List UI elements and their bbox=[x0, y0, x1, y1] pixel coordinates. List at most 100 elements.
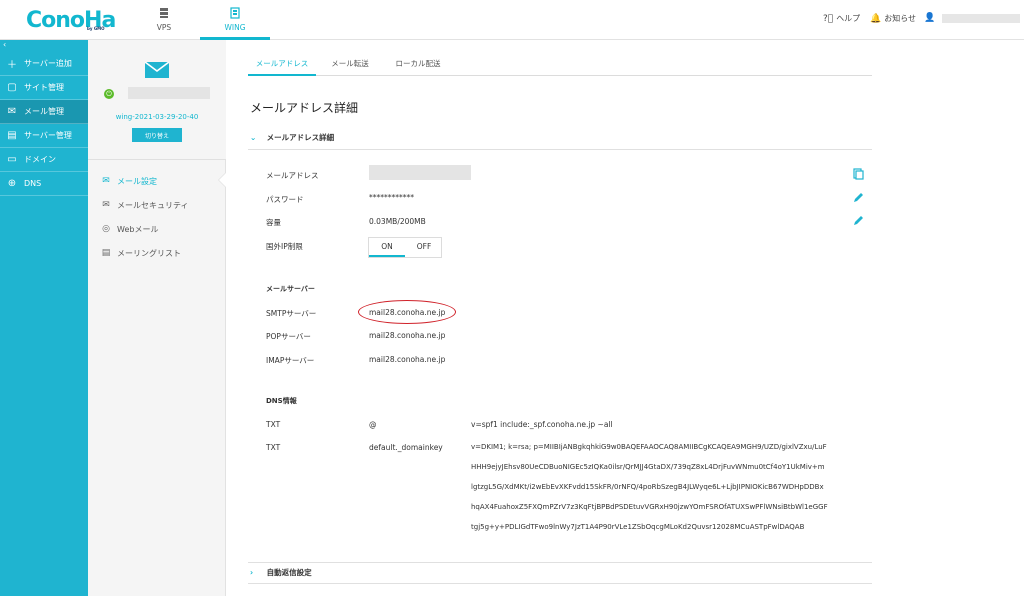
highlight-circle bbox=[358, 300, 456, 324]
nav-vps[interactable]: VPS bbox=[129, 0, 199, 40]
mail-server-title: メールサーバー bbox=[266, 285, 315, 293]
mail-settings-icon: ✉ bbox=[102, 176, 110, 186]
user-menu[interactable]: 👤 ⌄ bbox=[924, 13, 1024, 23]
txt-name: @ bbox=[369, 420, 377, 429]
sidebar-item-label: メール管理 bbox=[24, 107, 64, 116]
txt-label: TXT bbox=[266, 420, 281, 429]
txt-label: TXT bbox=[266, 443, 281, 452]
tab-bar: メールアドレス メール転送 ローカル配送 bbox=[248, 54, 872, 76]
copy-icon[interactable] bbox=[852, 168, 864, 180]
server-icon bbox=[160, 8, 168, 18]
toggle-off[interactable]: OFF bbox=[406, 238, 442, 257]
plus-icon: ＋ bbox=[7, 60, 17, 71]
password-value: ************ bbox=[369, 193, 414, 202]
bell-icon: 🔔 bbox=[870, 13, 882, 24]
sidebar-item-dns[interactable]: ⊕ DNS bbox=[0, 172, 88, 196]
active-pointer bbox=[218, 172, 226, 188]
top-header: ConoHa by GMO VPS WING ?⃝ ヘルプ 🔔 お知らせ 👤 ⌄ bbox=[0, 0, 1024, 40]
subnav-label: メーリングリスト bbox=[117, 248, 181, 258]
dkim-line: lgtzgL5G/XdMKt/i2wEbEvXKFvdd15SkFR/0rNFQ… bbox=[471, 483, 824, 491]
capacity-value: 0.03MB/200MB bbox=[369, 217, 426, 226]
user-name-redacted bbox=[942, 13, 1021, 23]
mail-icon bbox=[145, 62, 169, 78]
collapse-sidebar-button[interactable]: ‹ bbox=[0, 40, 88, 52]
dkim-line: hqAX4FuahoxZ5FXQmPZrV7z3KqFtjBPBdPSDEtuv… bbox=[471, 503, 828, 511]
section-title: 自動返信設定 bbox=[266, 568, 312, 577]
mail-address-label: メールアドレス bbox=[266, 171, 319, 180]
account-id: wing-2021-03-29-20-40 bbox=[115, 113, 199, 121]
txt-name: default._domainkey bbox=[369, 443, 443, 452]
sidebar-item-domain[interactable]: ▭ ドメイン bbox=[0, 148, 88, 172]
dkim-line: v=DKIM1; k=rsa; p=MIIBIjANBgkqhkiG9w0BAQ… bbox=[471, 443, 827, 451]
section-title: メールアドレス詳細 bbox=[266, 133, 335, 142]
notice-label: お知らせ bbox=[884, 14, 917, 23]
chevron-right-icon: › bbox=[250, 568, 254, 577]
pop-value: mail28.conoha.ne.jp bbox=[369, 331, 446, 340]
subnav-mailing-list[interactable]: ▤ メーリングリスト bbox=[100, 246, 181, 260]
domain-icon: ▭ bbox=[7, 154, 17, 165]
help-label: ヘルプ bbox=[836, 14, 861, 23]
subnav-label: Webメール bbox=[117, 224, 159, 234]
chevron-down-icon: ⌄ bbox=[250, 133, 257, 142]
server-icon: ▤ bbox=[7, 130, 17, 141]
subnav-label: メールセキュリティ bbox=[117, 200, 189, 210]
sidebar-item-label: サーバー管理 bbox=[24, 131, 72, 140]
mailing-list-icon: ▤ bbox=[101, 248, 111, 258]
sidebar-item-label: サイト管理 bbox=[24, 83, 64, 92]
sub-sidebar: ⏻ wing-2021-03-29-20-40 切り替え ✉ メール設定 ✉ メ… bbox=[88, 40, 226, 596]
window-icon: ▢ bbox=[7, 82, 17, 93]
smtp-label: SMTPサーバー bbox=[266, 309, 317, 318]
wing-icon bbox=[230, 7, 240, 19]
subnav-mail-settings[interactable]: ✉ メール設定 bbox=[100, 174, 157, 188]
mail-address-redacted bbox=[369, 165, 471, 180]
pop-label: POPサーバー bbox=[266, 332, 311, 341]
password-label: パスワード bbox=[266, 195, 304, 204]
imap-value: mail28.conoha.ne.jp bbox=[369, 355, 446, 364]
foreign-ip-label: 国外IP制限 bbox=[266, 242, 303, 251]
help-icon: ?⃝ bbox=[823, 13, 834, 24]
pencil-icon[interactable] bbox=[852, 215, 864, 227]
notice-link[interactable]: 🔔 お知らせ bbox=[870, 13, 916, 24]
nav-vps-label: VPS bbox=[156, 23, 172, 32]
user-icon: 👤 bbox=[924, 13, 936, 23]
webmail-icon: ◎ bbox=[102, 224, 110, 234]
nav-wing[interactable]: WING bbox=[200, 0, 270, 40]
help-link[interactable]: ?⃝ ヘルプ bbox=[823, 13, 860, 24]
subnav-label: メール設定 bbox=[117, 176, 157, 186]
sidebar-item-label: ドメイン bbox=[24, 155, 56, 164]
dkim-line: tgj5g+y+PDLIGdTFwo9lnWy7JzT1A4P90rVLe1ZS… bbox=[471, 523, 805, 531]
sidebar-item-label: サーバー追加 bbox=[24, 59, 72, 68]
logo-subtext: by GMO bbox=[87, 26, 105, 31]
section-header-auto-reply[interactable]: › 自動返信設定 bbox=[248, 562, 872, 584]
account-card: ⏻ wing-2021-03-29-20-40 切り替え bbox=[88, 40, 226, 160]
tab-mail-address[interactable]: メールアドレス bbox=[248, 54, 316, 76]
dns-info-title: DNS情報 bbox=[266, 397, 297, 405]
globe-icon: ⊕ bbox=[7, 178, 17, 189]
pencil-icon[interactable] bbox=[852, 192, 864, 204]
tab-local-delivery[interactable]: ローカル配送 bbox=[386, 54, 450, 76]
nav-wing-label: WING bbox=[224, 23, 246, 32]
section-header-mail-detail[interactable]: ⌄ メールアドレス詳細 bbox=[248, 128, 872, 150]
foreign-ip-toggle[interactable]: ON OFF bbox=[368, 237, 442, 258]
sidebar-item-site[interactable]: ▢ サイト管理 bbox=[0, 76, 88, 100]
mail-security-icon: ✉ bbox=[102, 200, 110, 210]
subnav-webmail[interactable]: ◎ Webメール bbox=[100, 222, 158, 236]
dkim-value: v=DKIM1; k=rsa; p=MIIBIjANBgkqhkiG9w0BAQ… bbox=[471, 437, 881, 537]
sidebar-item-mail[interactable]: ✉ メール管理 bbox=[0, 100, 88, 124]
sidebar-item-server[interactable]: ▤ サーバー管理 bbox=[0, 124, 88, 148]
mail-icon: ✉ bbox=[7, 106, 17, 117]
main-sidebar: ‹ ＋ サーバー追加 ▢ サイト管理 ✉ メール管理 ▤ サーバー管理 ▭ ドメ… bbox=[0, 40, 88, 596]
subnav-mail-security[interactable]: ✉ メールセキュリティ bbox=[100, 198, 189, 212]
sidebar-item-add-server[interactable]: ＋ サーバー追加 bbox=[0, 52, 88, 76]
switch-button[interactable]: 切り替え bbox=[132, 128, 182, 142]
page-title: メールアドレス詳細 bbox=[250, 101, 359, 115]
dkim-line: HHH9ejyJEhsv80UeCDBuoNIGEc5zIQKa0ilsr/Qr… bbox=[471, 463, 825, 471]
capacity-label: 容量 bbox=[266, 218, 281, 227]
power-status-icon: ⏻ bbox=[104, 89, 114, 99]
txt-value: v=spf1 include:_spf.conoha.ne.jp ~all bbox=[471, 420, 613, 429]
account-name-redacted bbox=[128, 87, 210, 99]
sidebar-item-label: DNS bbox=[24, 179, 42, 188]
imap-label: IMAPサーバー bbox=[266, 356, 315, 365]
toggle-on[interactable]: ON bbox=[369, 238, 405, 257]
tab-mail-forward[interactable]: メール転送 bbox=[320, 54, 380, 76]
